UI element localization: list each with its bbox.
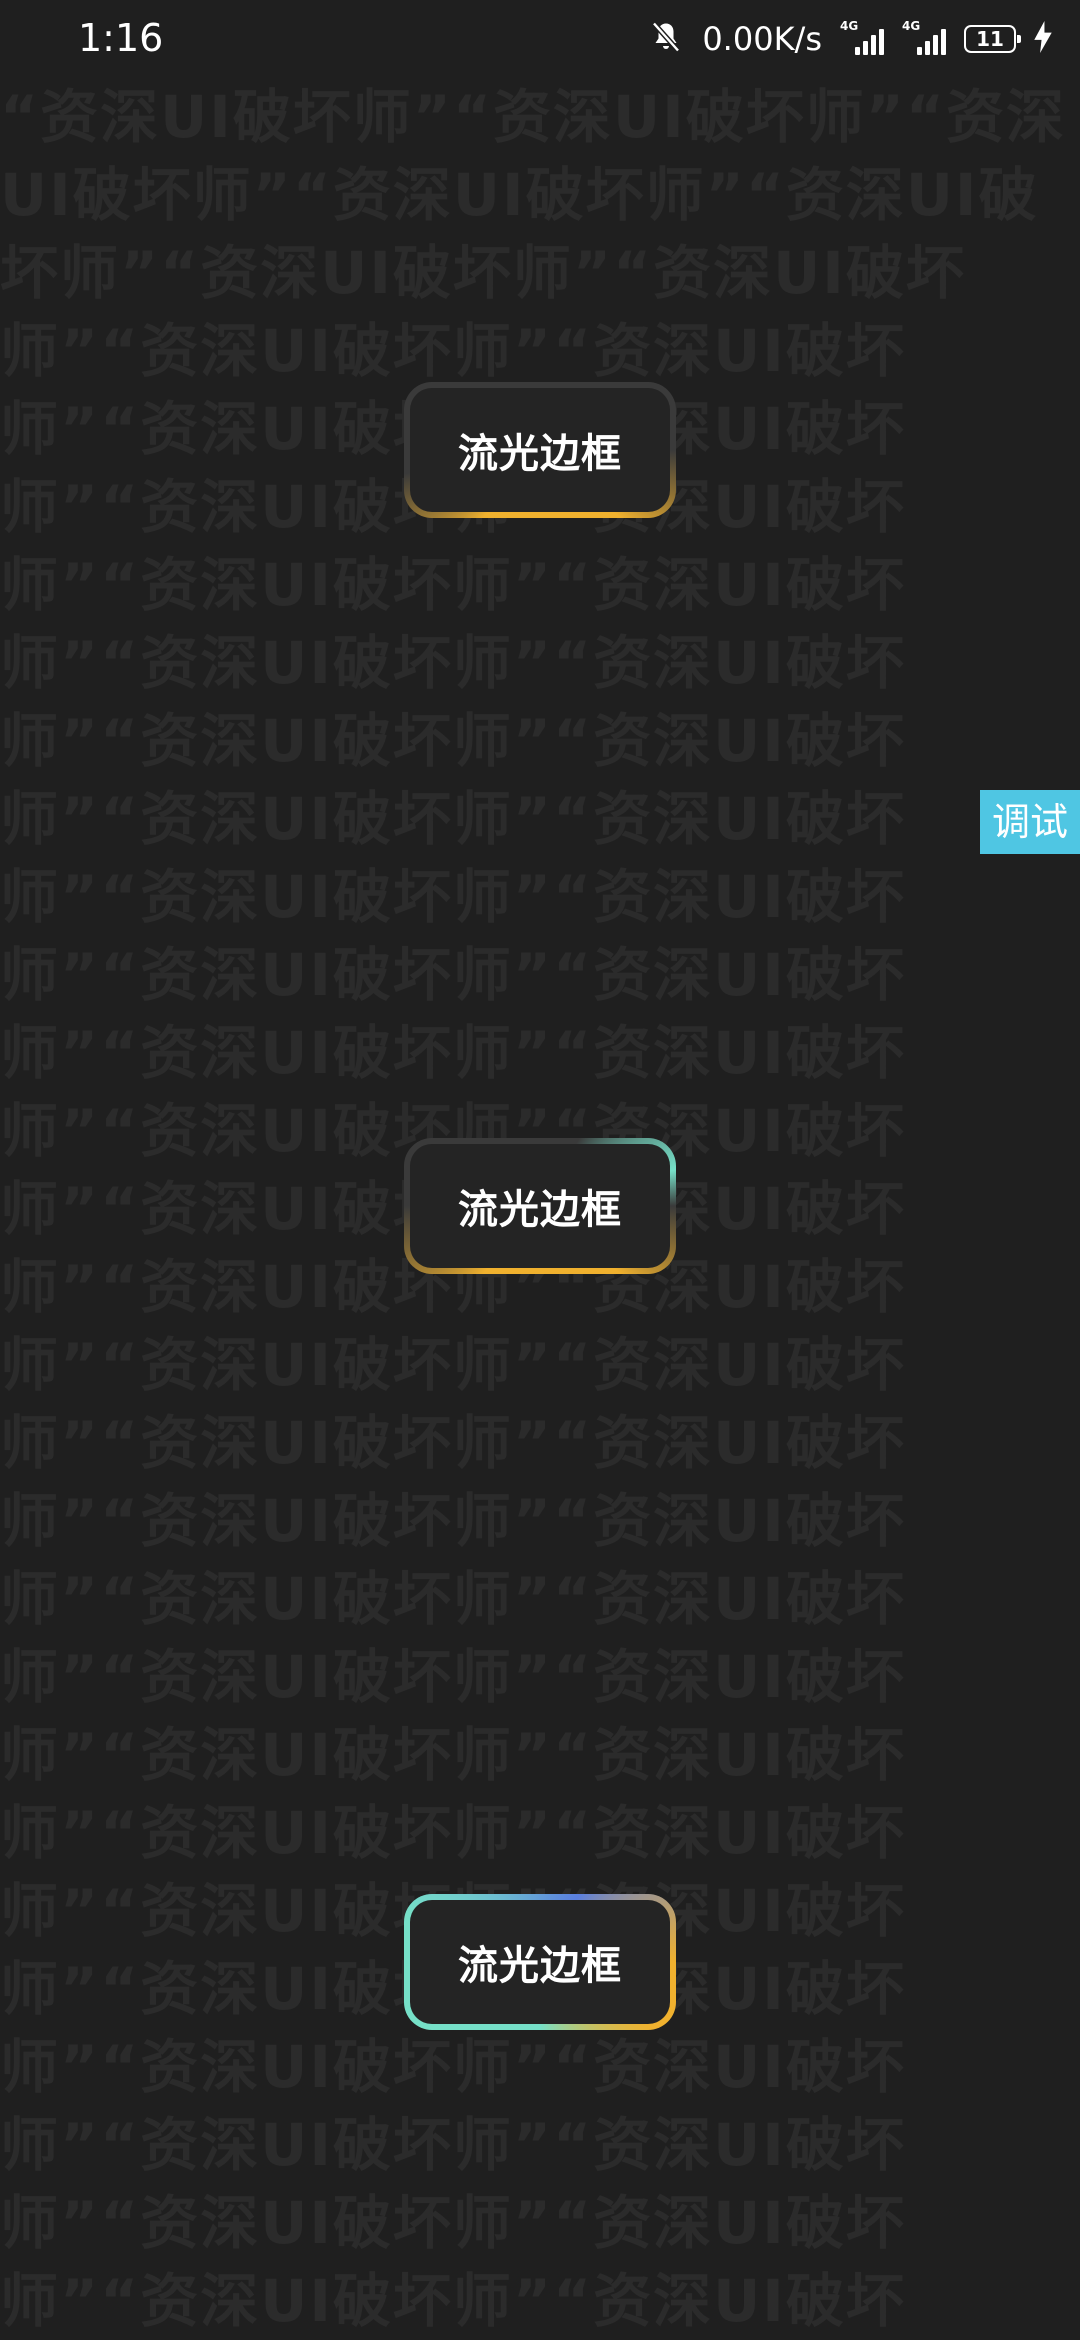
signal-icon: 4G [840, 19, 884, 59]
button-label: 流光边框 [410, 1900, 670, 2024]
flowing-border-button-1[interactable]: 流光边框 [404, 382, 676, 518]
status-time: 1:16 [78, 16, 164, 60]
network-speed: 0.00K/s [702, 20, 822, 58]
flowing-border-button-3[interactable]: 流光边框 [404, 1894, 676, 2030]
status-bar: 1:16 0.00K/s 4G 4G 11 [0, 0, 1080, 78]
battery-level: 11 [976, 27, 1004, 51]
button-label: 流光边框 [410, 388, 670, 512]
battery-icon: 11 [964, 25, 1021, 53]
charging-bolt-icon [1034, 21, 1052, 57]
debug-tab-button[interactable]: 调试 [980, 790, 1080, 854]
flowing-border-button-2[interactable]: 流光边框 [404, 1138, 676, 1274]
button-label: 流光边框 [410, 1144, 670, 1268]
status-icons: 0.00K/s 4G 4G 11 [648, 14, 1052, 64]
signal-icon: 4G [902, 19, 946, 59]
bell-muted-icon [648, 19, 684, 59]
screen: “资深UI破坏师”“资深UI破坏师”“资深UI破坏师”“资深UI破坏师”“资深U… [0, 0, 1080, 2340]
